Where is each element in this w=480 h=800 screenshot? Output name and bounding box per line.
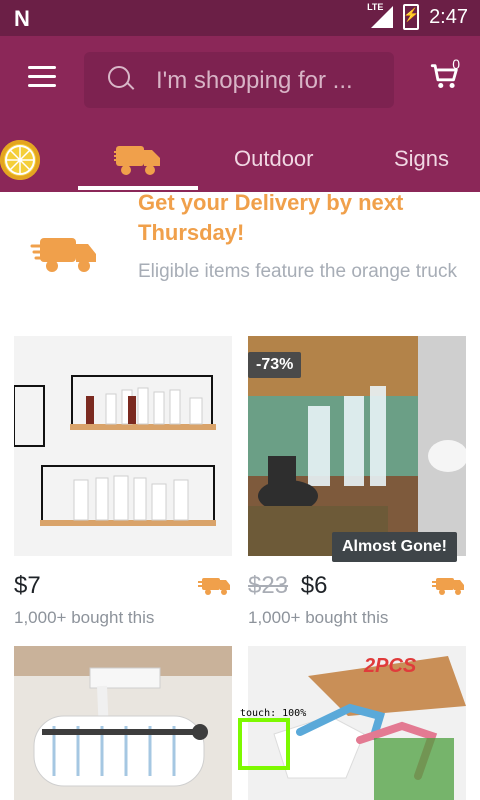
cart-button[interactable]: 0 (428, 56, 462, 94)
product-price: $23 $6 (248, 572, 327, 600)
bought-count: 1,000+ bought this (14, 608, 155, 627)
product-image[interactable] (14, 336, 232, 556)
delivery-banner[interactable]: Get your Delivery by next Thursday! Elig… (0, 190, 480, 332)
product-card[interactable]: $23 $6 1,000+ bought this (248, 336, 466, 636)
status-right: LTE 2:47 (367, 2, 468, 30)
app-logo-icon: N (14, 6, 30, 31)
product-old-price: $23 (248, 572, 289, 599)
almost-gone-badge: Almost Gone! (332, 532, 457, 562)
search-icon (108, 66, 130, 88)
status-time: 2:47 (429, 5, 468, 28)
delivery-truck-icon (432, 578, 464, 595)
tab-deals-icon[interactable] (0, 140, 40, 180)
cart-badge: 0 (452, 56, 460, 72)
touch-label: touch: 100% (240, 708, 307, 719)
delivery-truck-icon (198, 578, 230, 595)
product-card[interactable]: $7 1,000+ bought this (14, 336, 232, 636)
product-image[interactable] (14, 646, 232, 800)
product-new-price: $6 (300, 572, 328, 599)
status-bar: N LTE 2:47 (0, 0, 480, 36)
tab-outdoor[interactable]: Outdoor (234, 146, 314, 172)
bought-count: 1,000+ bought this (248, 608, 389, 627)
banner-title: Get your Delivery by next Thursday! (138, 190, 404, 245)
search-input[interactable] (154, 64, 388, 98)
banner-subtitle: Eligible items feature the orange truck (138, 261, 457, 282)
app-header: 0 Outdoor Signs (0, 36, 480, 192)
menu-button[interactable] (28, 66, 56, 90)
tab-delivery-truck-icon[interactable] (112, 138, 164, 182)
pcs-label: 2PCS (363, 655, 417, 677)
touch-indicator (238, 718, 290, 770)
category-tabs: Outdoor Signs (0, 132, 480, 192)
delivery-truck-icon (30, 238, 96, 272)
discount-badge: -73% (248, 352, 302, 378)
product-price: $7 (14, 572, 41, 599)
search-bar[interactable] (84, 52, 394, 108)
lte-signal-icon: LTE (367, 2, 394, 30)
tab-signs[interactable]: Signs (394, 146, 449, 172)
battery-icon (403, 4, 419, 30)
product-card[interactable] (14, 646, 232, 800)
